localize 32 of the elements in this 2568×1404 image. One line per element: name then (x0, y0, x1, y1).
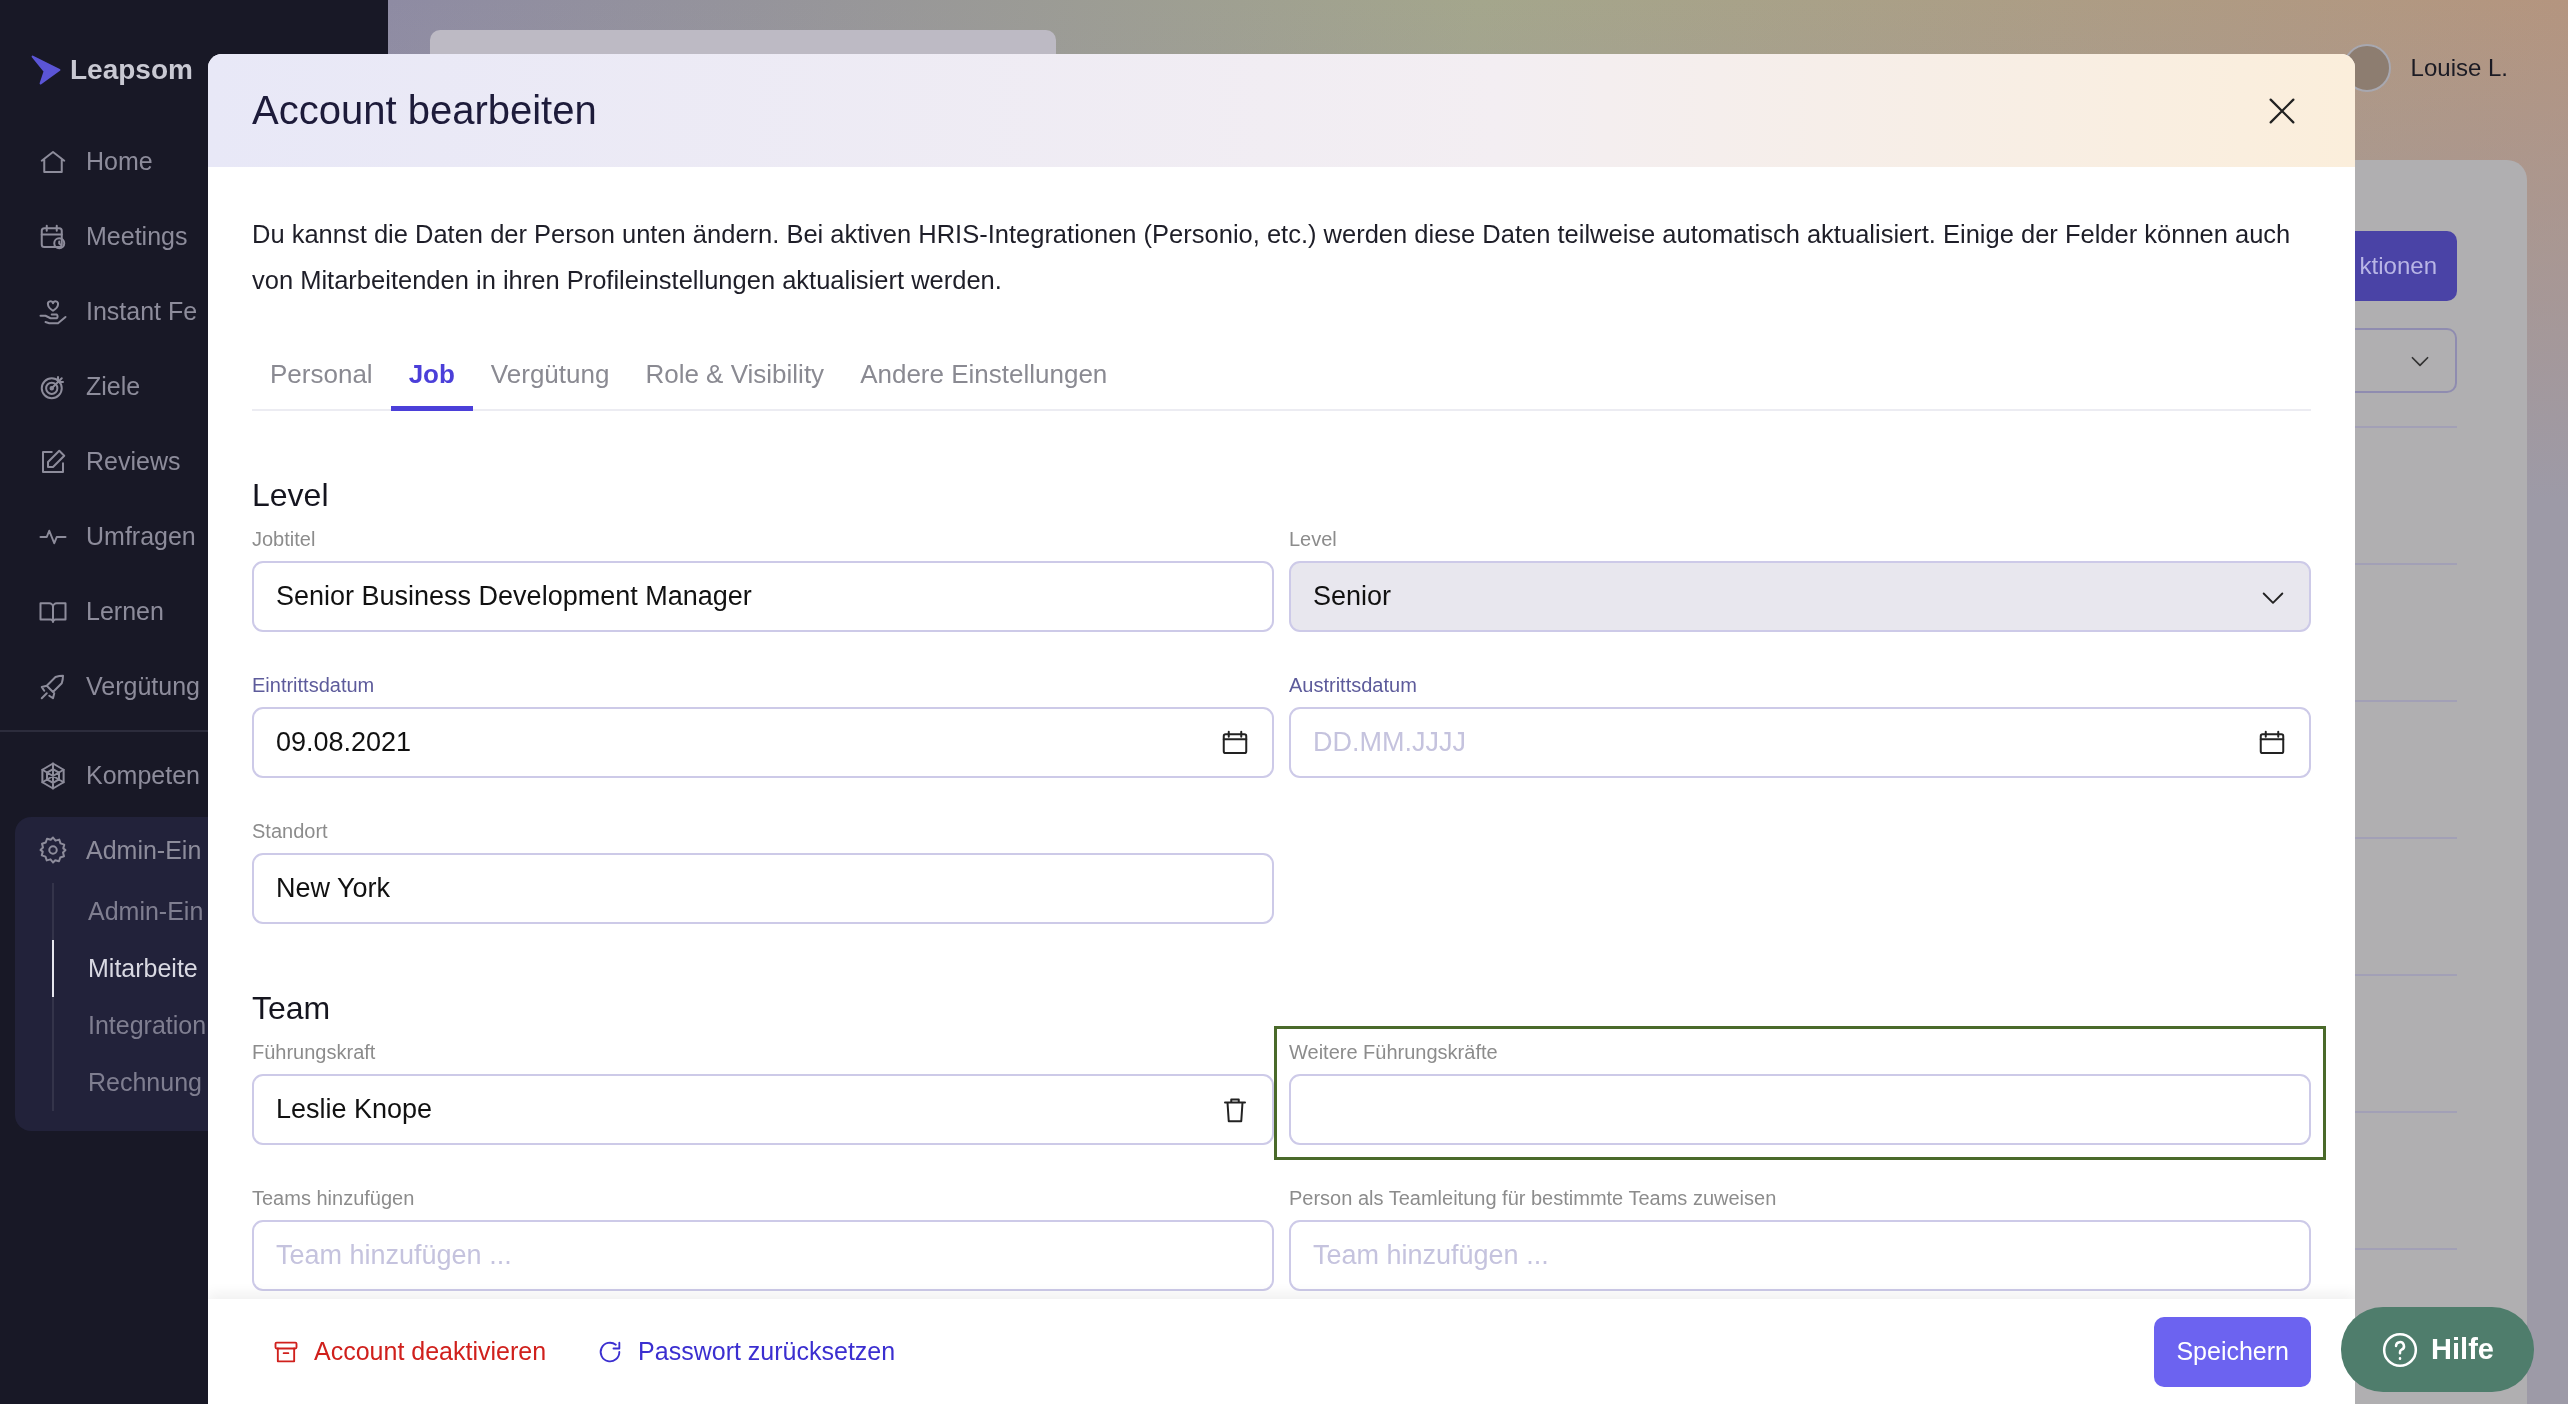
field-label: Austrittsdatum (1289, 674, 1418, 697)
field-label: Jobtitel (252, 528, 317, 551)
tab[interactable]: Role & Visibility (627, 343, 843, 411)
user-name: Louise L. (2410, 54, 2508, 82)
section-heading: Team (252, 990, 332, 1027)
web-icon (38, 760, 68, 791)
input-field[interactable] (1289, 1074, 2311, 1145)
input-field[interactable]: New York (252, 853, 1274, 924)
field-label: Level (1289, 528, 1338, 551)
field-label: Eintrittsdatum (252, 674, 376, 697)
input-field[interactable]: Senior Business Development Manager (252, 561, 1274, 632)
help-button[interactable]: Hilfe (2341, 1307, 2534, 1392)
save-button[interactable]: Speichern (2154, 1316, 2311, 1387)
tab[interactable]: Job (390, 343, 473, 411)
date-field[interactable]: 09.08.2021 (252, 707, 1274, 778)
settings-icon (38, 835, 68, 865)
description-text: Du kannst die Daten der Person unten ändern. Bei aktiven HRIS-Integrationen (Personio, etc.) werden diese Daten teilweise automatisch aktualisiert. Einige der Felder können auch von Mitarbeitenden in ihren Profileinstellungen aktualisiert werden. (252, 219, 2292, 296)
field-label: Person als Teamleitung für bestimmte Teams zuweisen (1289, 1187, 1778, 1210)
level-dropdown[interactable]: Senior (1289, 561, 2311, 632)
input-field[interactable]: Leslie Knope (252, 1074, 1274, 1145)
field-label: Standort (252, 820, 329, 843)
tab[interactable]: Vergütung (472, 343, 628, 411)
field-label: Führungskraft (252, 1041, 377, 1064)
section-heading: Level (252, 477, 330, 514)
tab[interactable]: Andere Einstellungen (842, 343, 1126, 411)
logo-text: Leapsom (70, 54, 193, 86)
field-label: Weitere Führungskräfte (1289, 1041, 1499, 1064)
reset-password-link[interactable]: Passwort zurücksetzen (596, 1337, 896, 1366)
help-icon (2381, 1330, 2420, 1369)
tab[interactable]: Personal (252, 343, 391, 411)
deactivate-link[interactable]: Account deaktivieren (272, 1337, 547, 1366)
field-label: Teams hinzufügen (252, 1187, 416, 1210)
